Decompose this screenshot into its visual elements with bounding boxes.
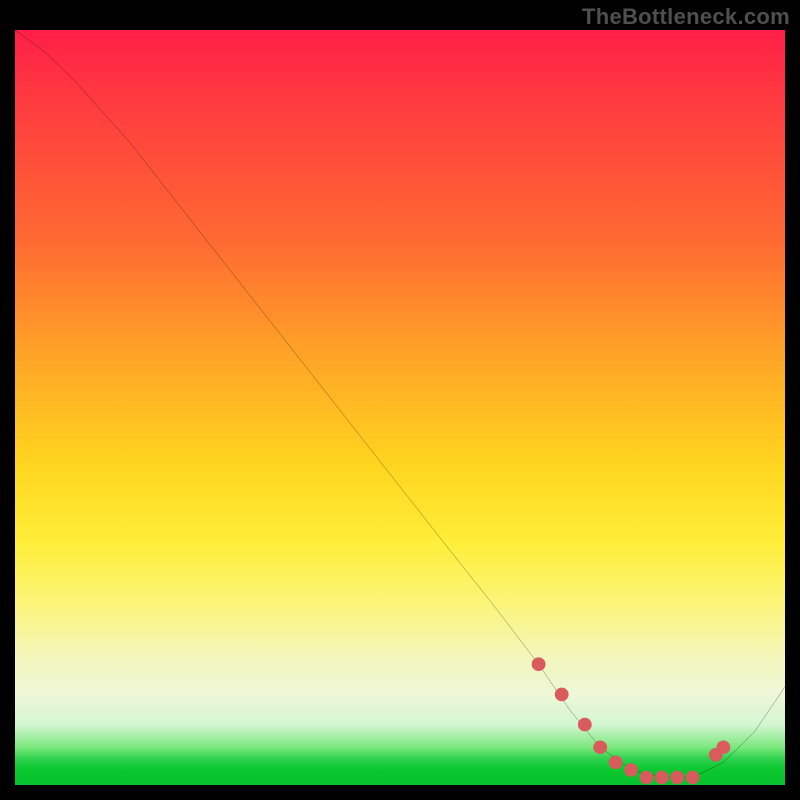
optimal-marker	[670, 771, 684, 785]
optimal-marker	[555, 688, 569, 702]
optimal-marker	[609, 756, 623, 770]
optimal-markers	[532, 657, 731, 784]
optimal-marker	[655, 771, 669, 785]
chart-frame: TheBottleneck.com	[0, 0, 800, 800]
bottleneck-curve	[15, 30, 785, 777]
watermark-text: TheBottleneck.com	[582, 4, 790, 30]
optimal-marker	[624, 763, 638, 777]
curve-svg	[15, 30, 785, 785]
optimal-marker	[716, 740, 730, 754]
optimal-marker	[686, 771, 700, 785]
optimal-marker	[639, 771, 653, 785]
optimal-marker	[532, 657, 546, 671]
optimal-marker	[593, 740, 607, 754]
optimal-marker	[578, 718, 592, 732]
plot-area	[15, 30, 785, 785]
